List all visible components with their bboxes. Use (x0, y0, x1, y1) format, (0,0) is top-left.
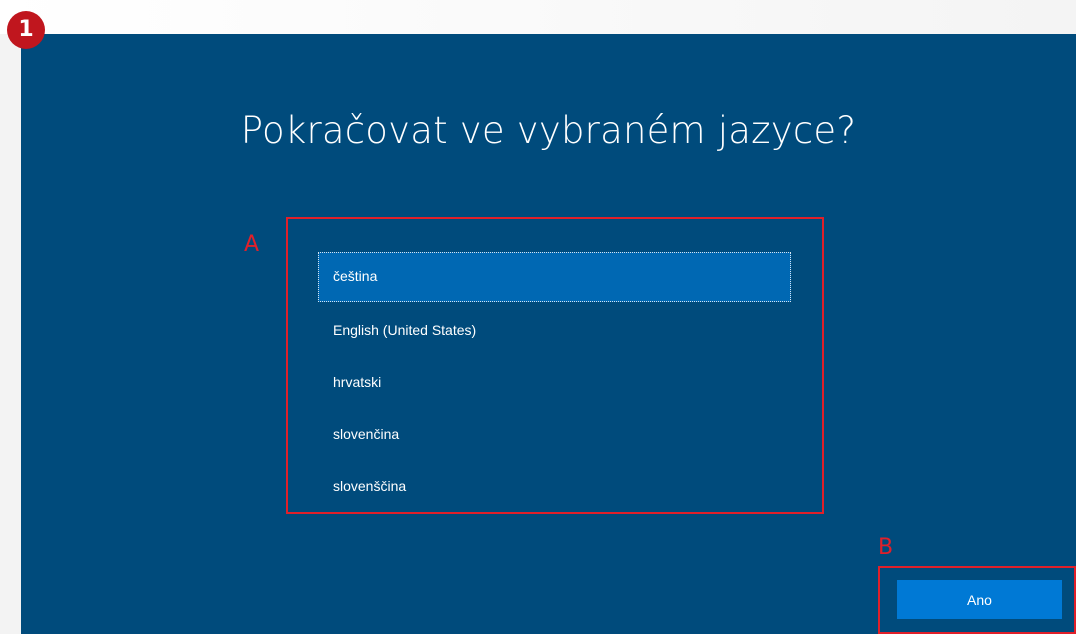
language-option-hrvatski[interactable]: hrvatski (318, 356, 791, 408)
language-setup-screen: Pokračovat ve vybraném jazyce? A čeština… (21, 34, 1076, 634)
language-option-english-us[interactable]: English (United States) (318, 304, 791, 356)
annotation-label-b: B (878, 535, 894, 560)
page-title: Pokračovat ve vybraném jazyce? (240, 109, 857, 152)
left-strip (0, 34, 21, 634)
language-option-slovencina[interactable]: slovenčina (318, 408, 791, 460)
language-list: čeština English (United States) hrvatski… (318, 252, 791, 512)
language-option-slovenscina[interactable]: slovenščina (318, 460, 791, 512)
language-option-cestina[interactable]: čeština (318, 252, 791, 302)
yes-button[interactable]: Ano (897, 580, 1062, 619)
step-number-badge: 1 (7, 11, 45, 49)
annotation-label-a: A (244, 232, 260, 257)
top-strip (0, 0, 1076, 34)
